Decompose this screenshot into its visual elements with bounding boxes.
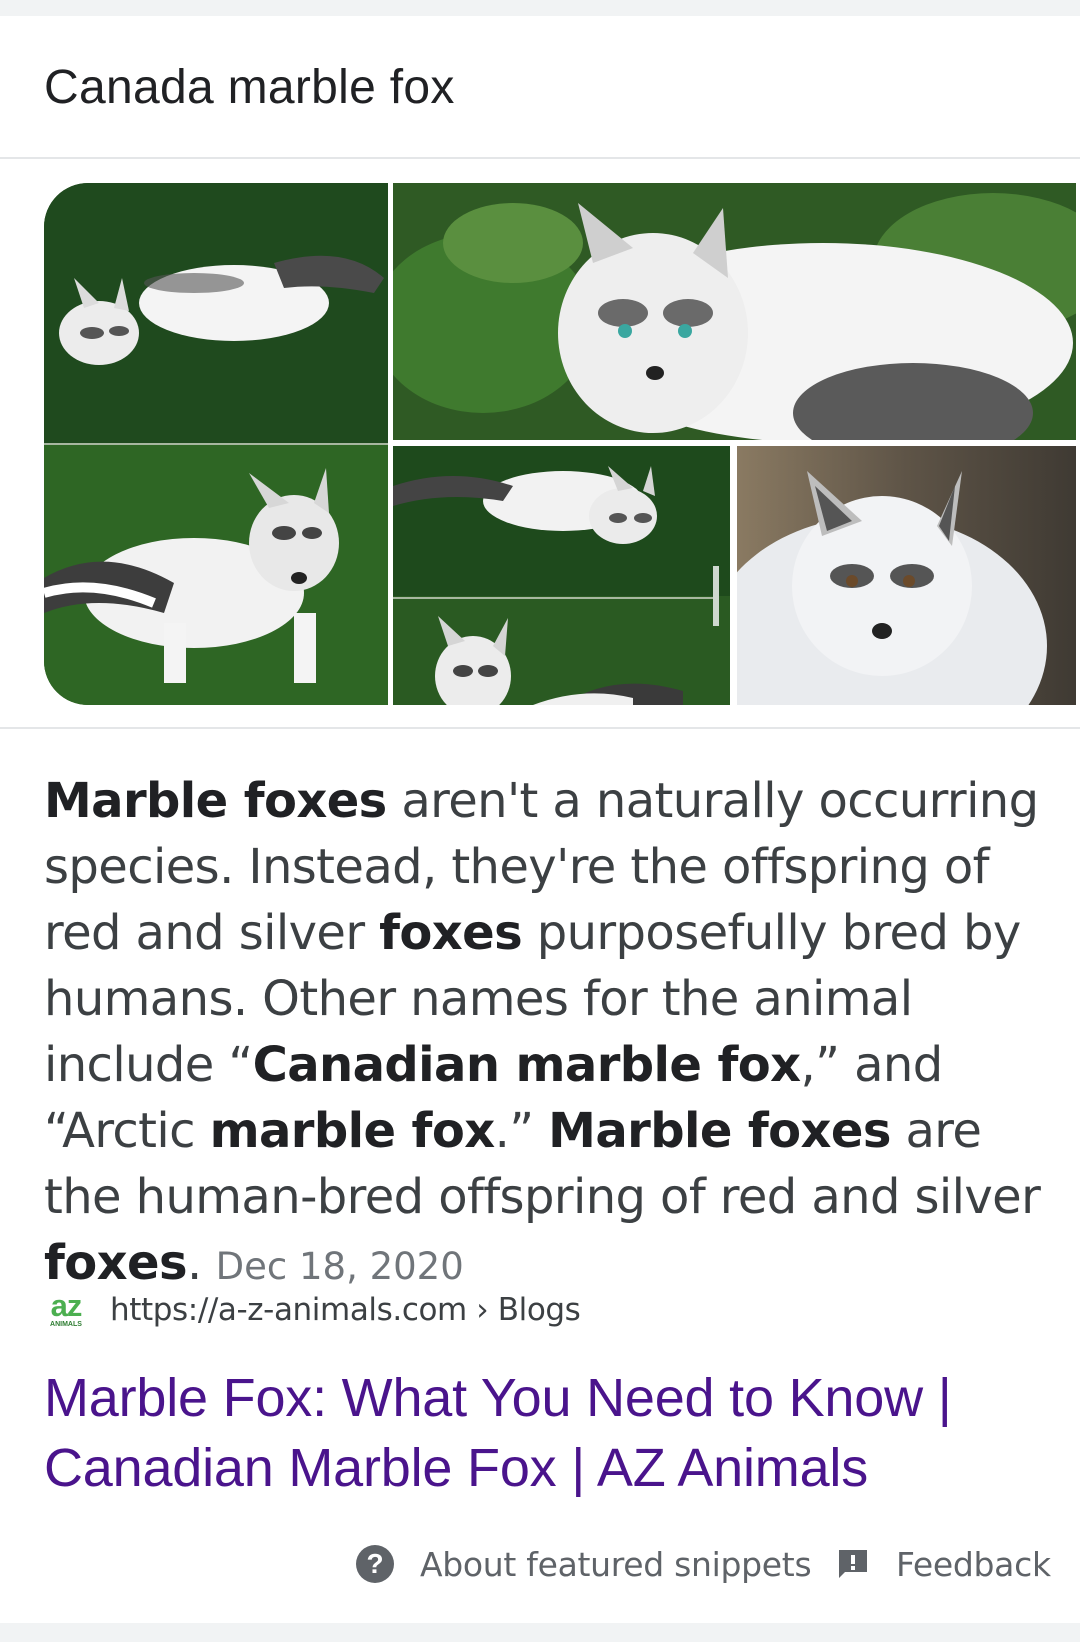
fox-image-1[interactable]	[44, 183, 388, 705]
snippet-header-title[interactable]: Canada marble fox	[44, 60, 455, 115]
favicon-subtext: ANIMALS	[50, 1321, 82, 1328]
favicon-text: az	[50, 1288, 83, 1323]
snippet-body: Marble foxes aren't a naturally occurrin…	[44, 773, 1041, 1291]
feedback-icon	[839, 1550, 867, 1578]
fox-image-3[interactable]	[393, 446, 730, 705]
snippet-highlight: foxes	[379, 905, 523, 961]
snippet-highlight: Marble foxes	[548, 1103, 891, 1159]
source-url[interactable]: https://a-z-animals.com › Blogs	[110, 1292, 581, 1328]
snippet-text: Marble foxes aren't a naturally occurrin…	[44, 768, 1044, 1300]
snippet-highlight: marble fox	[209, 1103, 496, 1159]
source-row[interactable]: az ANIMALS https://a-z-animals.com › Blo…	[44, 1288, 581, 1332]
about-featured-snippets-label: About featured snippets	[420, 1544, 812, 1584]
fox-image-4[interactable]	[737, 446, 1076, 705]
featured-snippet-card: Canada marble fox Marble foxes aren't a …	[0, 16, 1080, 1623]
images-divider	[0, 727, 1080, 729]
feedback-label: Feedback	[896, 1544, 1051, 1584]
feedback-button[interactable]: Feedback	[836, 1539, 1051, 1589]
about-featured-snippets-button[interactable]: ? About featured snippets	[356, 1539, 812, 1589]
snippet-highlight: Marble foxes	[44, 773, 387, 829]
snippet-segment: .”	[494, 1103, 549, 1159]
snippet-highlight: foxes	[44, 1235, 188, 1291]
help-circle-icon: ?	[356, 1545, 394, 1583]
az-animals-favicon-icon: az ANIMALS	[44, 1288, 88, 1332]
snippet-segment: .	[186, 1235, 202, 1291]
result-title-link[interactable]: Marble Fox: What You Need to Know | Cana…	[44, 1363, 1054, 1503]
header-divider	[0, 157, 1080, 159]
snippet-date: Dec 18, 2020	[215, 1245, 464, 1288]
fox-image-2[interactable]	[393, 183, 1076, 440]
snippet-highlight: Canadian marble fox	[252, 1037, 801, 1093]
